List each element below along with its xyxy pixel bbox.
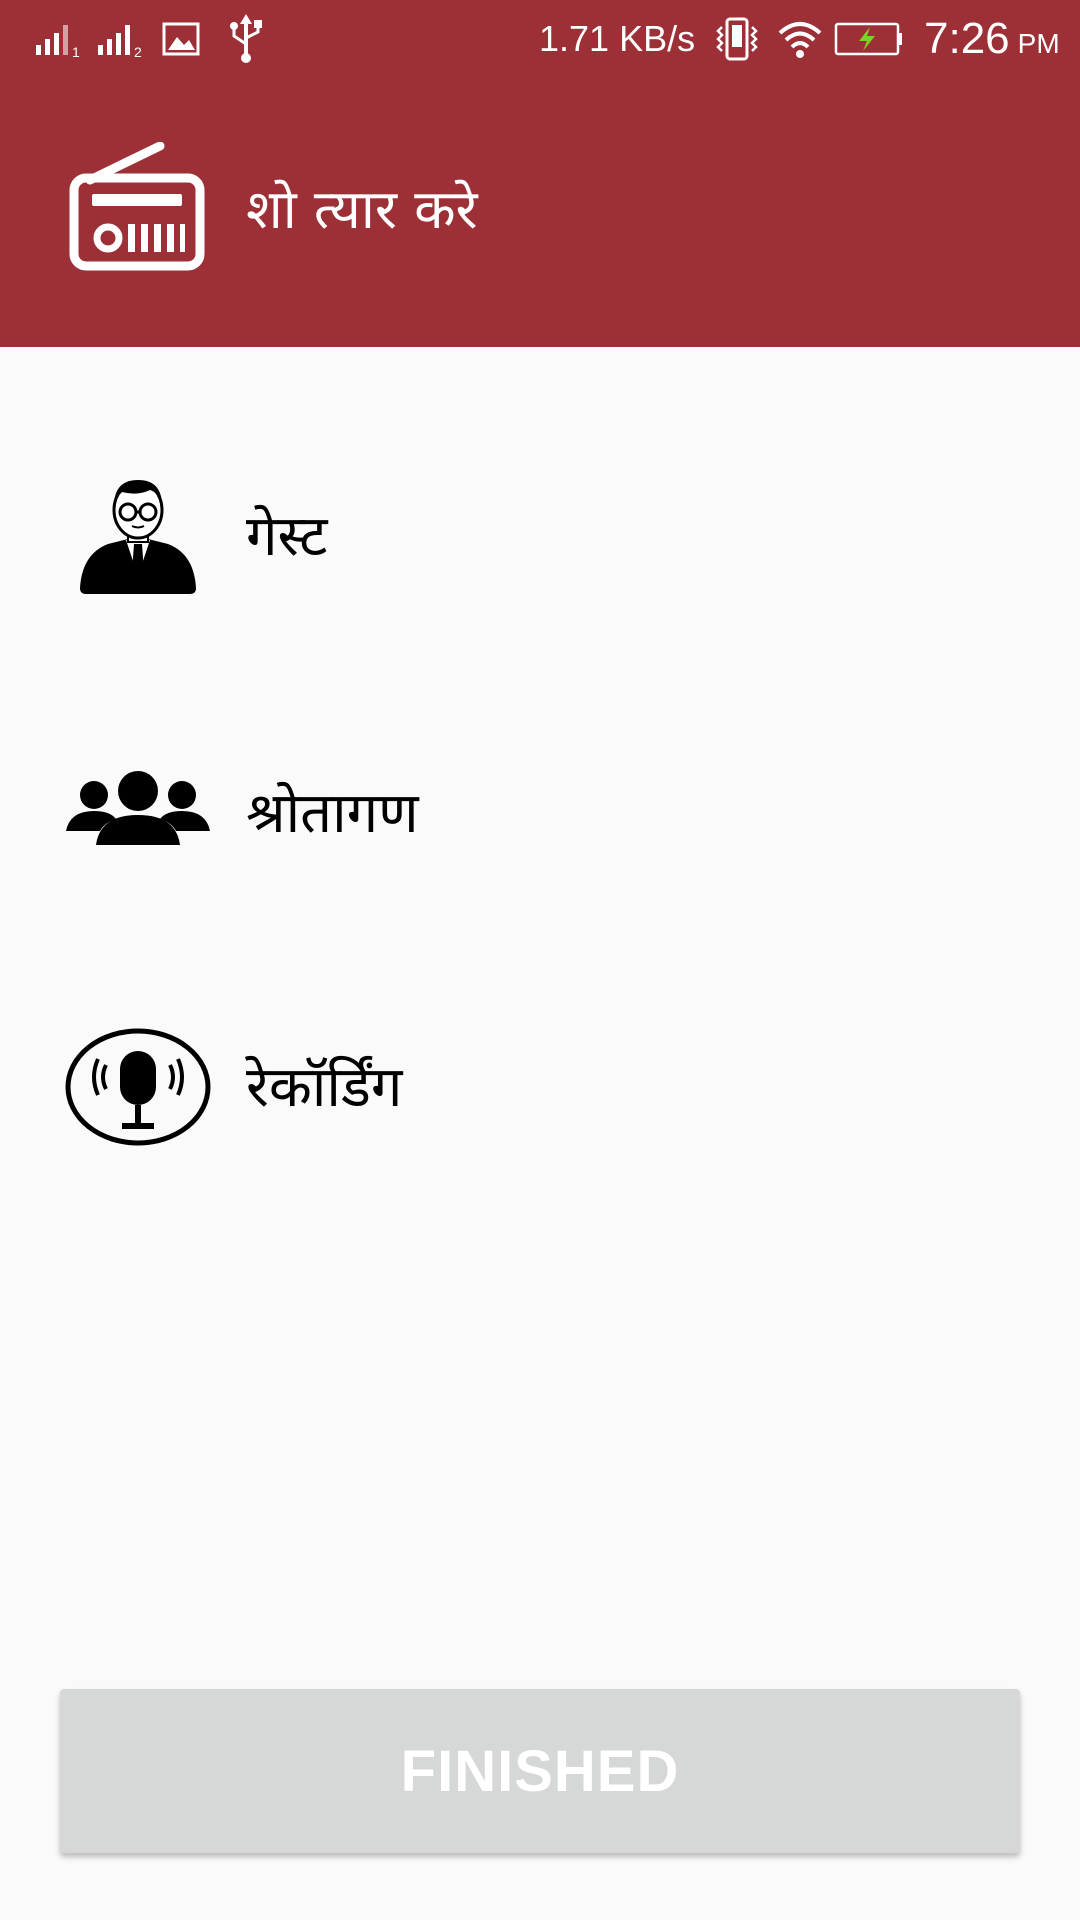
- finished-button[interactable]: FINISHED: [60, 1689, 1020, 1853]
- clock-time: 7:26: [924, 14, 1010, 63]
- signal-sim1-icon: 1: [34, 0, 82, 78]
- status-bar: 1 2 1.71 KB/s 7:26 PM: [0, 0, 1080, 78]
- clock: 7:26 PM: [924, 0, 1060, 78]
- audience-group-icon: [64, 749, 212, 879]
- menu-item-recording[interactable]: रेकॉर्डिंग: [0, 1008, 1080, 1168]
- menu-item-audience[interactable]: श्रोतागण: [0, 734, 1080, 894]
- microphone-recording-icon: [64, 1023, 212, 1153]
- svg-text:2: 2: [134, 44, 142, 59]
- menu-item-label: रेकॉर्डिंग: [246, 1055, 403, 1120]
- network-speed-text: 1.71 KB/s: [539, 18, 696, 59]
- battery-charging-icon: [834, 0, 904, 78]
- menu-item-label: गेस्ट: [246, 504, 328, 569]
- wifi-icon: [776, 0, 824, 78]
- guest-person-icon: [64, 472, 212, 602]
- page-title: शो त्यार करे: [246, 178, 478, 241]
- menu-item-guest[interactable]: गेस्ट: [0, 457, 1080, 617]
- finished-button-label: FINISHED: [400, 1738, 680, 1804]
- usb-icon: [226, 0, 266, 78]
- app-bar: 1 2 1.71 KB/s 7:26 PM शो त्यार करे: [0, 0, 1080, 347]
- gallery-notification-icon: [162, 0, 200, 78]
- network-speed: 1.71 KB/s: [539, 0, 695, 78]
- svg-text:1: 1: [72, 44, 80, 59]
- menu-item-label: श्रोतागण: [246, 781, 419, 846]
- signal-sim2-icon: 2: [96, 0, 146, 78]
- vibrate-icon: [714, 0, 760, 78]
- radio-icon: [68, 141, 206, 272]
- clock-ampm: PM: [1017, 28, 1060, 59]
